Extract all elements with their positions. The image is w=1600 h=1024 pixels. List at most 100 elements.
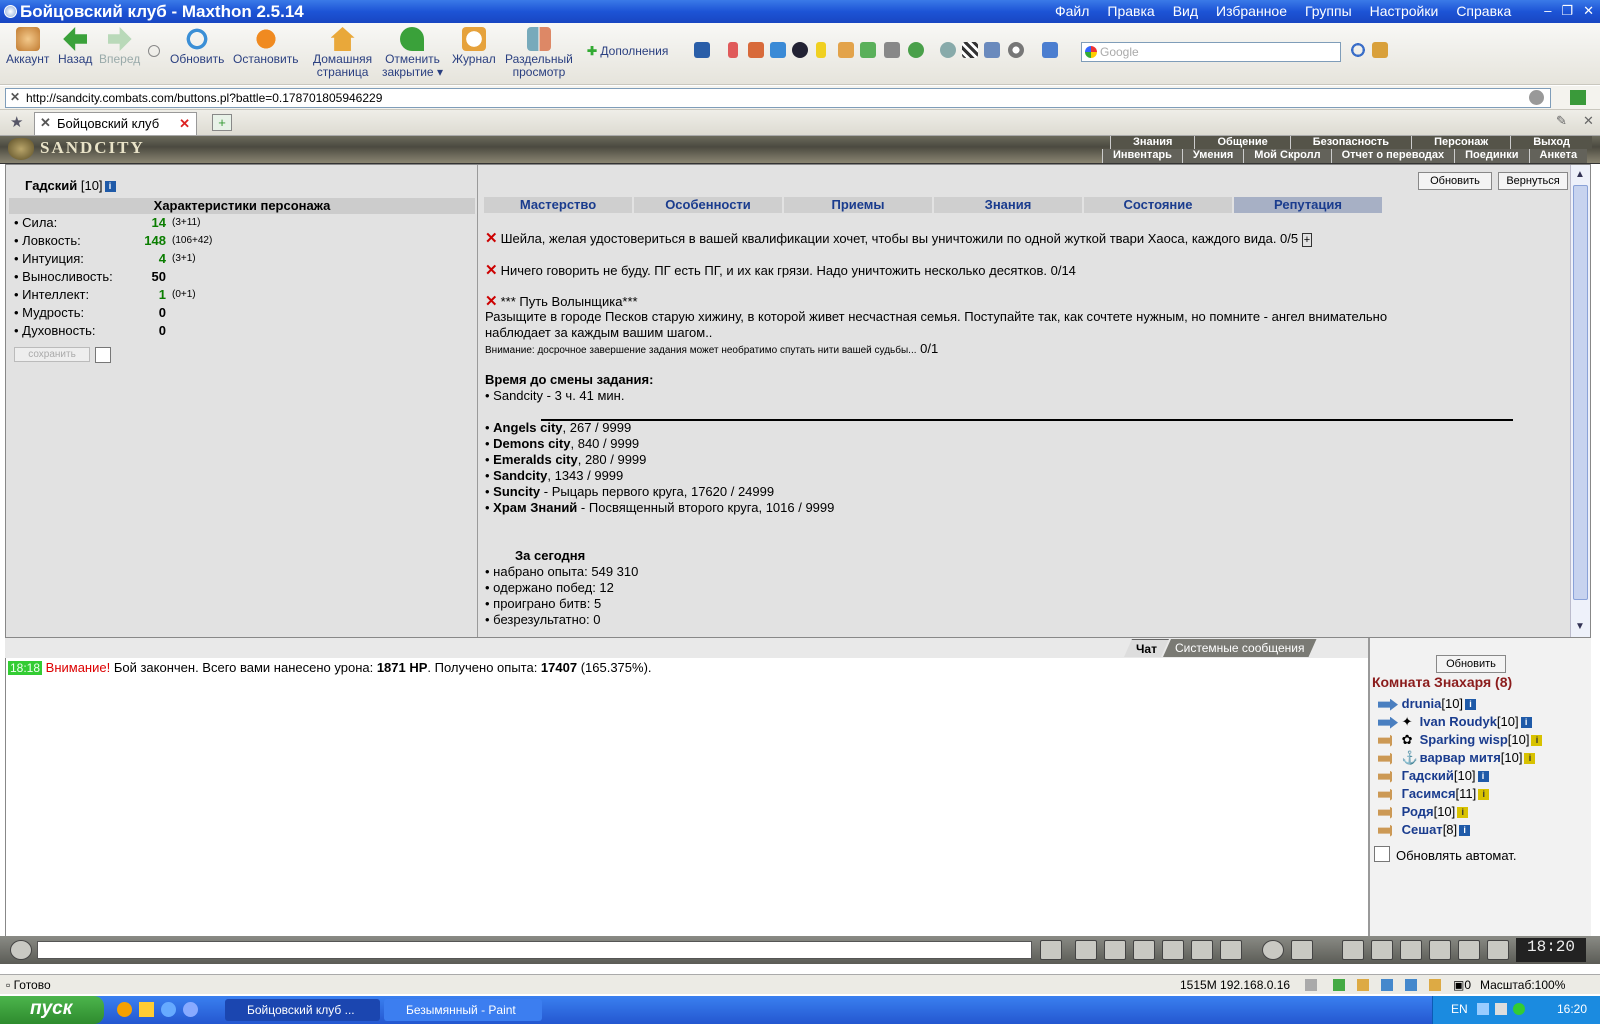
- handshake-icon[interactable]: [1400, 940, 1422, 960]
- nav-transfers[interactable]: Отчет о переводах: [1330, 149, 1455, 163]
- journal-button[interactable]: Журнал: [452, 27, 496, 66]
- maximize-icon[interactable]: ❐: [1561, 3, 1573, 19]
- minimize-icon[interactable]: ‒: [1544, 3, 1551, 19]
- menu-edit[interactable]: Правка: [1107, 3, 1154, 19]
- tab-reputation[interactable]: Репутация: [1234, 197, 1382, 213]
- tab-combats[interactable]: ✕ Бойцовский клуб ✕: [34, 112, 197, 135]
- clear-icon[interactable]: [1075, 940, 1097, 960]
- magnifier-icon[interactable]: [940, 42, 956, 58]
- split-view-button[interactable]: Раздельный просмотр: [505, 27, 573, 79]
- chat-input[interactable]: [37, 941, 1032, 959]
- nav-exit[interactable]: Выход: [1510, 136, 1592, 149]
- tab-features[interactable]: Особенности: [634, 197, 782, 213]
- cancel-quest-icon[interactable]: ✕: [485, 293, 498, 310]
- gear-icon[interactable]: [1008, 42, 1024, 58]
- close-all-icon[interactable]: ✕: [1583, 113, 1594, 129]
- folder-icon[interactable]: [139, 1002, 154, 1017]
- scroll-up-icon[interactable]: ▲: [1575, 169, 1585, 180]
- save-log-icon[interactable]: [1133, 940, 1155, 960]
- info-icon[interactable]: i: [1459, 825, 1471, 837]
- refresh-button[interactable]: Обновить: [170, 27, 224, 66]
- rss-icon[interactable]: [1357, 979, 1369, 991]
- nav-communication[interactable]: Общение: [1194, 136, 1289, 149]
- user-seshat[interactable]: Сешат[8] i: [1378, 822, 1471, 837]
- nav-knowledge[interactable]: Знания: [1110, 136, 1194, 149]
- monitor-icon[interactable]: [984, 42, 1000, 58]
- volume-icon[interactable]: [1495, 1003, 1507, 1015]
- zoom-level[interactable]: Масштаб:100%: [1480, 978, 1565, 992]
- exit-icon[interactable]: [1487, 940, 1509, 960]
- armor-icon[interactable]: [1429, 940, 1451, 960]
- cancel-quest-icon[interactable]: ✕: [485, 230, 498, 247]
- user-sparking-wisp[interactable]: ✿ Sparking wisp[10] i: [1378, 732, 1543, 748]
- content-scrollbar[interactable]: ▲ ▼: [1570, 165, 1590, 637]
- search-icon[interactable]: [1350, 42, 1366, 58]
- security-icon[interactable]: [1529, 90, 1544, 105]
- pen-icon[interactable]: [728, 42, 738, 58]
- refresh-page-button[interactable]: Обновить: [1418, 172, 1492, 190]
- close-icon[interactable]: ✕: [1583, 3, 1594, 19]
- menu-view[interactable]: Вид: [1173, 3, 1198, 19]
- fighter-icon[interactable]: [1162, 940, 1184, 960]
- speaker-icon[interactable]: [1305, 979, 1317, 991]
- scroll-icon[interactable]: [1371, 940, 1393, 960]
- window-icon[interactable]: [770, 42, 786, 58]
- account-button[interactable]: Аккаунт: [6, 27, 49, 66]
- network-icon[interactable]: [1405, 979, 1417, 991]
- bookmark-icon[interactable]: [694, 42, 710, 58]
- print-icon[interactable]: [1381, 979, 1393, 991]
- nav-inventory[interactable]: Инвентарь: [1102, 149, 1182, 163]
- smiley-icon[interactable]: [1262, 940, 1284, 960]
- note-icon[interactable]: [1429, 979, 1441, 991]
- url-field[interactable]: ✕ http://sandcity.combats.com/buttons.pl?…: [5, 88, 1551, 108]
- info-icon[interactable]: i: [1457, 807, 1469, 819]
- menu-favorites[interactable]: Избранное: [1216, 3, 1287, 19]
- tab-close-icon[interactable]: ✕: [179, 116, 190, 132]
- nav-battles[interactable]: Поединки: [1454, 149, 1528, 163]
- tab-knowledge[interactable]: Знания: [934, 197, 1082, 213]
- back-button[interactable]: Назад: [58, 27, 92, 66]
- scroll-down-icon[interactable]: ▼: [1575, 621, 1585, 632]
- tab-chat[interactable]: Чат: [1124, 639, 1169, 657]
- highlight-icon[interactable]: [816, 42, 826, 58]
- nav-profile[interactable]: Анкета: [1528, 149, 1588, 163]
- task-paint[interactable]: Безымянный - Paint: [384, 999, 542, 1021]
- home-button[interactable]: Домашняя страница: [313, 27, 372, 79]
- translit-icon[interactable]: [1191, 940, 1213, 960]
- go-icon[interactable]: [1570, 90, 1586, 105]
- addons-button[interactable]: ✚ Дополнения: [587, 45, 668, 58]
- tools-icon[interactable]: [884, 42, 900, 58]
- globe-icon[interactable]: [908, 42, 924, 58]
- menu-groups[interactable]: Группы: [1305, 3, 1352, 19]
- send-icon[interactable]: [1040, 940, 1062, 960]
- start-button[interactable]: пуск: [0, 996, 104, 1024]
- menu-help[interactable]: Справка: [1456, 3, 1511, 19]
- pin-icon[interactable]: ✎: [1556, 113, 1567, 129]
- info-icon[interactable]: i: [1524, 753, 1536, 765]
- tray-app-icon[interactable]: [1513, 1003, 1525, 1015]
- info-icon[interactable]: i: [1477, 771, 1489, 783]
- friends-icon[interactable]: [1458, 940, 1480, 960]
- user-gadsky[interactable]: Гадский[10] i: [1378, 768, 1489, 783]
- cancel-quest-icon[interactable]: ✕: [485, 262, 498, 279]
- qr-icon[interactable]: [962, 42, 978, 58]
- menu-settings[interactable]: Настройки: [1370, 3, 1439, 19]
- menu-file[interactable]: Файл: [1055, 3, 1089, 19]
- save-checkbox[interactable]: [95, 347, 111, 363]
- tab-system-messages[interactable]: Системные сообщения: [1163, 639, 1317, 657]
- ie-icon[interactable]: [161, 1002, 176, 1017]
- potion-icon[interactable]: [1342, 940, 1364, 960]
- network-tray-icon[interactable]: [1477, 1003, 1489, 1015]
- sync-icon[interactable]: [1042, 42, 1058, 58]
- undo-close-button[interactable]: Отменить закрытие ▾: [382, 27, 443, 79]
- nav-my-scroll[interactable]: Мой Скролл: [1243, 149, 1330, 163]
- palette-icon[interactable]: [838, 42, 854, 58]
- info-icon[interactable]: i: [1478, 789, 1490, 801]
- auto-refresh-checkbox[interactable]: [1374, 846, 1390, 862]
- stop-button[interactable]: Остановить: [233, 27, 299, 66]
- task-combats[interactable]: Бойцовский клуб ...: [225, 999, 380, 1021]
- star-icon[interactable]: ★: [10, 113, 23, 131]
- return-button[interactable]: Вернуться: [1498, 172, 1568, 190]
- user-varvar-mitya[interactable]: ⚓ варвар митя[10] i: [1378, 750, 1536, 766]
- screenshot-icon[interactable]: [748, 42, 764, 58]
